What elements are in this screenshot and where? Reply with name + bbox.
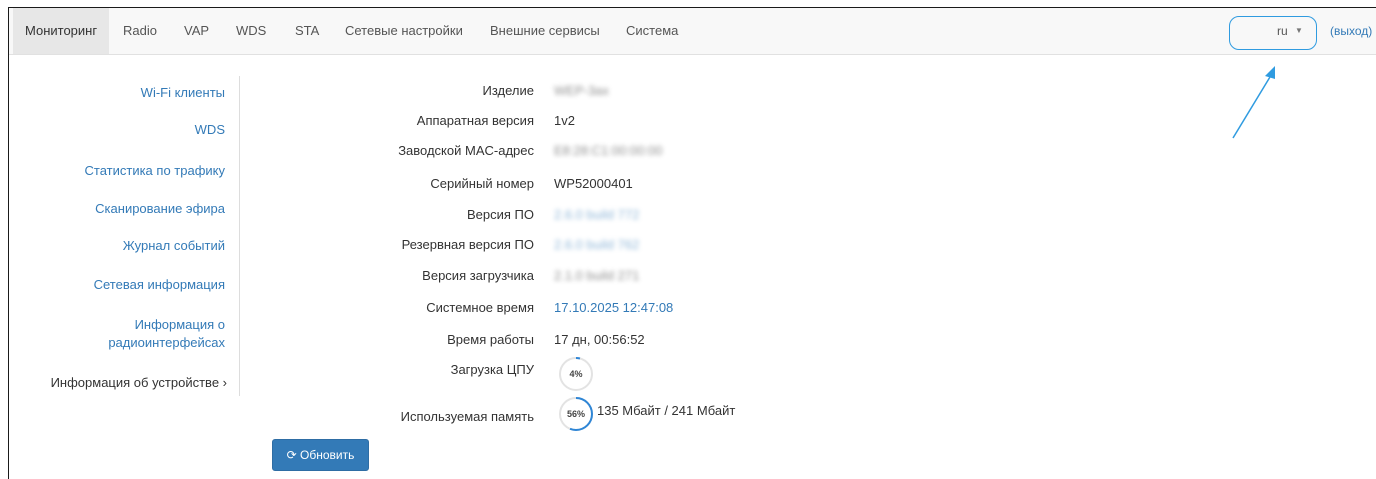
app-frame: Мониторинг Radio VAP WDS STA Сетевые нас… [8, 7, 1376, 479]
backup-firmware-value[interactable]: 2.6.0 build 762 [554, 236, 639, 254]
tab-wds[interactable]: WDS [236, 8, 266, 54]
tab-radio[interactable]: Radio [123, 8, 157, 54]
bootloader-label: Версия загрузчика [422, 268, 534, 283]
bootloader-value: 2.1.0 build 271 [554, 268, 640, 283]
memory-gauge: 56% [559, 397, 593, 431]
annotation-arrow-icon [1232, 66, 1275, 139]
top-navbar: Мониторинг Radio VAP WDS STA Сетевые нас… [9, 8, 1376, 55]
tab-external-services[interactable]: Внешние сервисы [490, 8, 600, 54]
tab-vap[interactable]: VAP [184, 8, 209, 54]
sidebar: Wi-Fi клиенты WDS Статистика по трафику … [9, 76, 240, 396]
sidebar-item-air-scan[interactable]: Сканирование эфира [25, 200, 225, 218]
language-highlight [1229, 16, 1317, 50]
product-label: Изделие [482, 83, 534, 98]
memory-gauge-arc [559, 397, 593, 431]
sidebar-item-wifi-clients[interactable]: Wi-Fi клиенты [25, 84, 225, 102]
sidebar-item-network-info[interactable]: Сетевая информация [25, 276, 225, 294]
sidebar-item-device-info[interactable]: Информация об устройстве › [7, 374, 227, 392]
cpu-gauge: 4% [559, 357, 593, 391]
refresh-button[interactable]: ⟳ Обновить [272, 439, 369, 471]
sidebar-item-radio-interfaces[interactable]: Информация о радиоинтерфейсах [105, 316, 225, 352]
uptime-value: 17 дн, 00:56:52 [554, 332, 645, 347]
serial-value: WP52000401 [554, 176, 633, 191]
tab-monitoring[interactable]: Мониторинг [13, 8, 110, 54]
product-value: WEP-3ax [554, 83, 609, 98]
tab-system[interactable]: Система [626, 8, 678, 54]
uptime-label: Время работы [447, 332, 534, 347]
language-selector[interactable]: ru [1277, 8, 1288, 54]
tab-sta[interactable]: STA [295, 8, 319, 54]
sidebar-item-traffic-stats[interactable]: Статистика по трафику [25, 162, 225, 180]
cpu-gauge-arc [559, 357, 593, 391]
memory-label: Используемая память [400, 409, 534, 424]
chevron-down-icon[interactable]: ▼ [1295, 8, 1303, 54]
sidebar-item-event-log[interactable]: Журнал событий [25, 237, 225, 255]
serial-label: Серийный номер [430, 176, 534, 191]
tab-network-settings[interactable]: Сетевые настройки [345, 8, 463, 54]
cpu-load-label: Загрузка ЦПУ [450, 362, 534, 377]
refresh-icon: ⟳ [286, 448, 297, 462]
mac-value: E8:28:C1:00:00:00 [554, 143, 663, 158]
refresh-label: Обновить [300, 448, 355, 462]
system-time-label: Системное время [426, 300, 534, 315]
firmware-value[interactable]: 2.6.0 build 772 [554, 206, 639, 224]
firmware-label: Версия ПО [467, 207, 534, 222]
system-time-value[interactable]: 17.10.2025 12:47:08 [554, 299, 673, 317]
backup-firmware-label: Резервная версия ПО [401, 237, 534, 252]
hw-version-label: Аппаратная версия [416, 113, 534, 128]
logout-link[interactable]: (выход) [1330, 8, 1372, 54]
hw-version-value: 1v2 [554, 113, 575, 128]
mac-label: Заводской MAC-адрес [398, 143, 534, 158]
sidebar-item-wds[interactable]: WDS [25, 121, 225, 139]
memory-value: 135 Мбайт / 241 Мбайт [597, 403, 736, 418]
